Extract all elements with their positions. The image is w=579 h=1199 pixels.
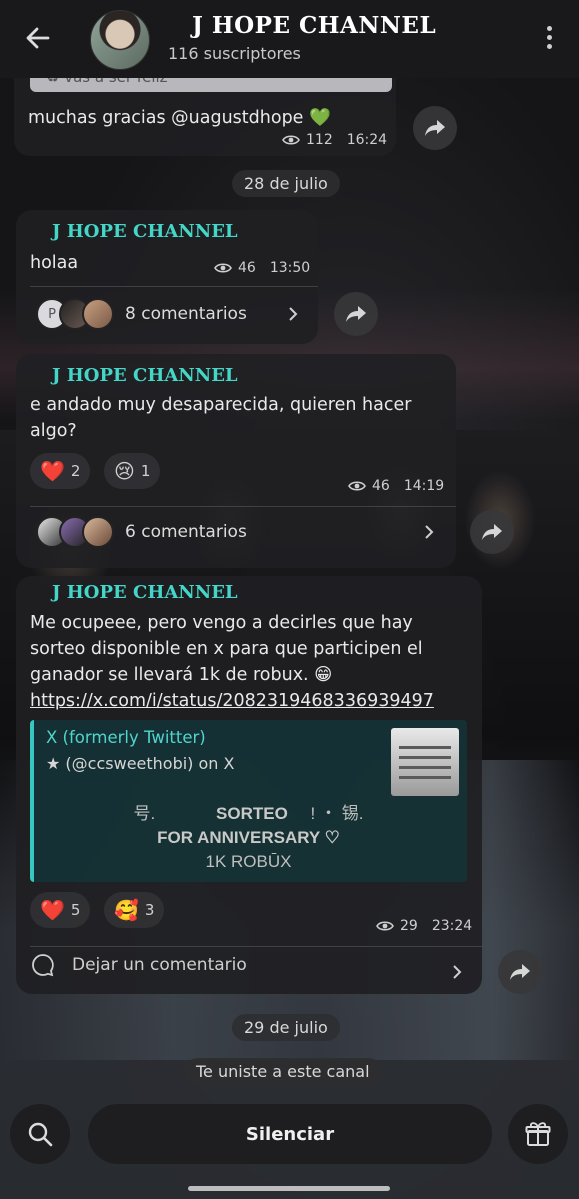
reaction-crying[interactable]: 😢 1 bbox=[104, 453, 161, 489]
reaction-smiling-hearts[interactable]: 🥰 3 bbox=[104, 892, 165, 928]
forward-button[interactable] bbox=[470, 510, 514, 554]
message-sender[interactable]: J HOPE CHANNEL bbox=[52, 365, 238, 386]
heart-icon: ❤️ bbox=[40, 898, 65, 922]
message-time: 16:24 bbox=[346, 132, 388, 148]
forward-arrow-icon bbox=[482, 524, 502, 540]
comments-count: 8 comentarios bbox=[125, 304, 247, 324]
message-text: Me ocupeee, pero vengo a decirles que ha… bbox=[30, 610, 434, 714]
home-indicator[interactable] bbox=[188, 1186, 390, 1191]
comment-placeholder: Dejar un comentario bbox=[72, 955, 247, 975]
link-preview-thumbnail bbox=[391, 728, 459, 796]
forward-button[interactable] bbox=[498, 950, 542, 994]
message-bubble[interactable]: J HOPE CHANNEL holaa 46 13:50 P 8 coment… bbox=[16, 210, 318, 344]
chevron-right-icon bbox=[289, 307, 298, 321]
channel-header: J HOPE CHANNEL 116 suscriptores bbox=[0, 0, 579, 78]
comments-link[interactable]: 6 comentarios bbox=[36, 516, 247, 548]
views-eye-icon bbox=[282, 135, 300, 145]
reaction-count: 2 bbox=[70, 462, 81, 480]
link-preview-card[interactable]: X (formerly Twitter) ★ (@ccsweethobi) on… bbox=[30, 720, 467, 882]
link-preview-accent-bar bbox=[30, 720, 34, 882]
chevron-right-icon bbox=[453, 965, 462, 979]
search-button[interactable] bbox=[10, 1104, 70, 1164]
smiling-face-with-hearts-icon: 🥰 bbox=[114, 898, 139, 922]
views-count: 29 bbox=[400, 918, 418, 934]
subscriber-count: 116 suscriptores bbox=[168, 44, 301, 63]
back-arrow-icon[interactable] bbox=[24, 24, 52, 52]
heart-icon: ❤️ bbox=[40, 459, 65, 483]
message-link[interactable]: https://x.com/i/status/20823194683369394… bbox=[30, 688, 434, 714]
reaction-count: 5 bbox=[70, 901, 81, 919]
message-meta: 46 14:19 bbox=[348, 478, 444, 494]
date-separator: 28 de julio bbox=[232, 170, 340, 197]
reaction-count: 3 bbox=[144, 901, 155, 919]
reaction-heart[interactable]: ❤️ 5 bbox=[30, 892, 91, 928]
views-count: 46 bbox=[372, 478, 390, 494]
more-options-icon[interactable] bbox=[547, 26, 553, 52]
message-time: 23:24 bbox=[431, 918, 473, 934]
message-text: muchas gracias @uagustdhope 💚 bbox=[28, 108, 331, 128]
commenter-avatar bbox=[82, 516, 114, 548]
reaction-count: 1 bbox=[140, 462, 151, 480]
divider bbox=[30, 286, 318, 287]
forward-button[interactable] bbox=[413, 106, 457, 150]
gift-icon bbox=[525, 1122, 551, 1146]
message-sender[interactable]: J HOPE CHANNEL bbox=[52, 221, 238, 242]
search-icon bbox=[28, 1122, 53, 1147]
channel-avatar[interactable] bbox=[90, 10, 150, 70]
message-meta: 112 16:24 bbox=[282, 132, 387, 148]
divider bbox=[30, 946, 482, 947]
forward-button[interactable] bbox=[334, 292, 378, 336]
message-time: 14:19 bbox=[403, 478, 445, 494]
forward-arrow-icon bbox=[510, 964, 530, 980]
mute-button[interactable]: Silenciar bbox=[88, 1104, 492, 1164]
views-eye-icon bbox=[214, 263, 232, 273]
message-text: e andado muy desaparecida, quieren hacer… bbox=[30, 395, 412, 441]
system-message: Te uniste a este canal bbox=[184, 1058, 382, 1085]
reaction-heart[interactable]: ❤️ 2 bbox=[30, 453, 91, 489]
message-meta: 46 13:50 bbox=[214, 260, 310, 276]
divider bbox=[30, 506, 456, 507]
comment-bubble-icon bbox=[32, 954, 54, 977]
views-count: 112 bbox=[306, 132, 333, 148]
commenter-avatar bbox=[82, 298, 114, 330]
crying-face-icon: 😢 bbox=[114, 459, 135, 483]
forward-arrow-icon bbox=[346, 306, 366, 322]
gift-button[interactable] bbox=[508, 1104, 568, 1164]
link-preview-body: 号. SORTEO ! ・ 锡. FOR ANNIVERSARY ♡ 1K RO… bbox=[133, 804, 364, 871]
comments-count: 6 comentarios bbox=[125, 522, 247, 542]
message-meta: 29 23:24 bbox=[376, 918, 472, 934]
message-text: holaa bbox=[30, 253, 79, 273]
link-preview-site: X (formerly Twitter) bbox=[46, 728, 206, 747]
chevron-right-icon bbox=[425, 525, 434, 539]
message-time: 13:50 bbox=[269, 260, 311, 276]
views-eye-icon bbox=[348, 481, 366, 491]
comments-link[interactable]: P 8 comentarios bbox=[36, 298, 247, 330]
channel-title[interactable]: J HOPE CHANNEL bbox=[192, 12, 436, 39]
views-count: 46 bbox=[238, 260, 256, 276]
date-separator: 29 de julio bbox=[232, 1014, 340, 1041]
leave-comment-button[interactable]: Dejar un comentario bbox=[30, 952, 247, 978]
forward-arrow-icon bbox=[425, 120, 445, 136]
message-bubble[interactable]: J HOPE CHANNEL e andado muy desaparecida… bbox=[16, 354, 456, 568]
views-eye-icon bbox=[376, 921, 394, 931]
link-preview-author: ★ (@ccsweethobi) on X bbox=[46, 754, 235, 773]
message-sender[interactable]: J HOPE CHANNEL bbox=[52, 582, 238, 603]
